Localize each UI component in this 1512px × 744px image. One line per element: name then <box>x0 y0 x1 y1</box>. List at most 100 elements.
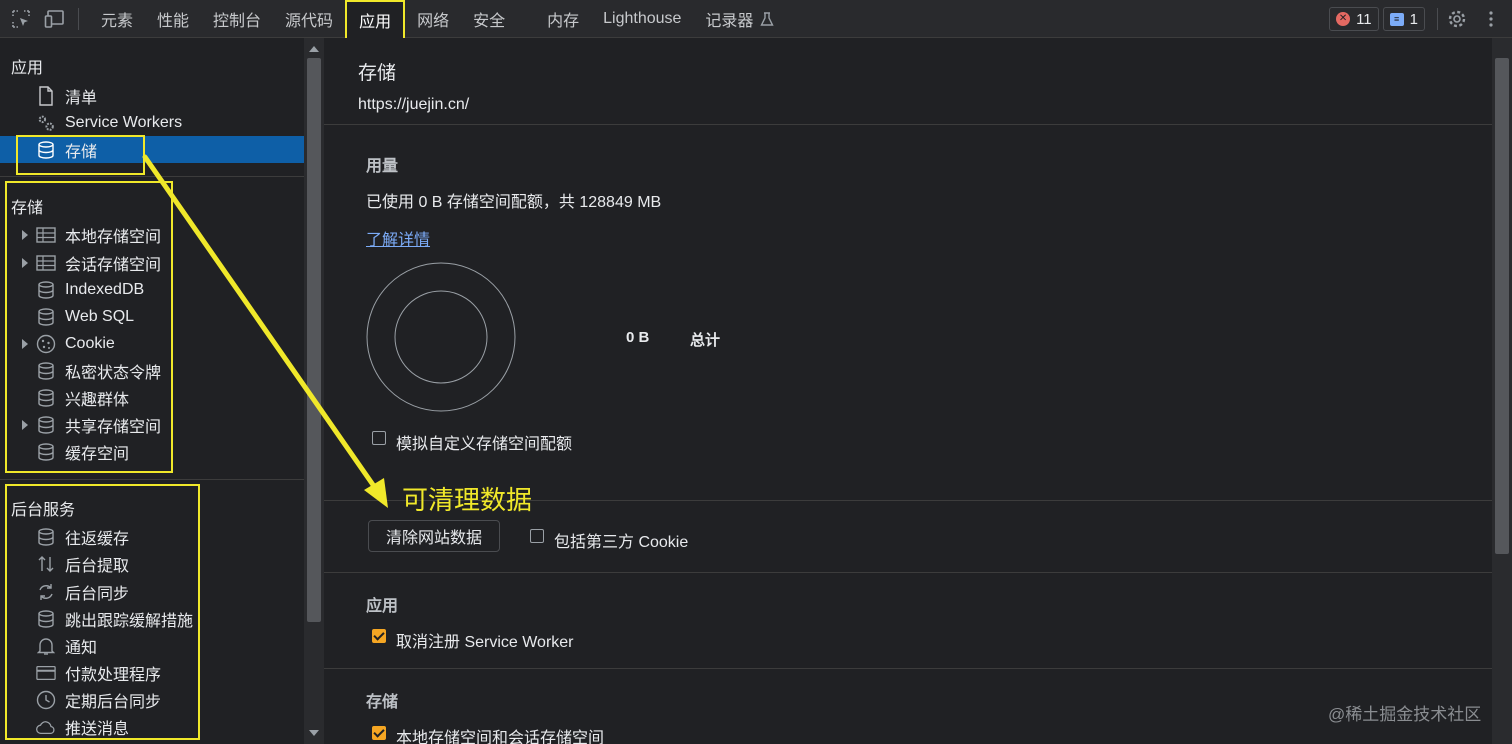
include-third-party-cookies-checkbox[interactable] <box>530 529 544 543</box>
expand-arrow-icon[interactable] <box>22 338 28 349</box>
tab-lighthouse[interactable]: Lighthouse <box>591 0 693 38</box>
sidebar-item-web-sql[interactable]: Web SQL <box>0 303 304 330</box>
application-sidebar: 应用 清单 Service Workers 存储 存储 本地存储空间 会话存储空… <box>0 38 304 744</box>
database-icon <box>36 280 56 300</box>
section-title-background-services: 后台服务 <box>11 502 76 519</box>
sidebar-item-label: IndexedDB <box>65 280 145 298</box>
database-icon <box>36 442 56 462</box>
tab-network[interactable]: 网络 <box>405 0 461 38</box>
sidebar-item-background-fetch[interactable]: 后台提取 <box>0 550 304 577</box>
tab-recorder[interactable]: 记录器 <box>693 0 787 38</box>
inspect-element-icon[interactable] <box>8 6 34 32</box>
sidebar-item-manifest[interactable]: 清单 <box>0 82 304 109</box>
sidebar-item-push-messaging[interactable]: 推送消息 <box>0 713 304 740</box>
database-icon <box>36 527 56 547</box>
sidebar-item-label: 私密状态令牌 <box>65 364 162 382</box>
message-icon: ≡ <box>1389 12 1404 26</box>
scroll-up-arrow-icon[interactable] <box>309 46 319 52</box>
usage-text: 已使用 0 B 存储空间配额，共 128849 MB <box>366 194 662 211</box>
local-session-storage-checkbox[interactable] <box>372 726 386 740</box>
sidebar-item-label: 往返缓存 <box>65 530 130 548</box>
device-toolbar-icon[interactable] <box>42 6 68 32</box>
origin-url: https://juejin.cn/ <box>358 96 470 113</box>
expand-arrow-icon[interactable] <box>22 229 28 240</box>
annotation-clearable-data: 可清理数据 <box>402 485 533 515</box>
sidebar-item-label: Service Workers <box>65 113 183 131</box>
sidebar-item-local-storage[interactable]: 本地存储空间 <box>0 221 304 248</box>
page-title: 存储 <box>358 63 397 84</box>
settings-gear-icon[interactable] <box>1444 6 1470 32</box>
sidebar-scrollbar-thumb[interactable] <box>307 58 321 622</box>
bell-icon <box>36 636 56 656</box>
application-heading: 应用 <box>366 598 399 615</box>
sidebar-divider <box>0 479 304 480</box>
tab-sources[interactable]: 源代码 <box>273 0 345 38</box>
sidebar-item-background-sync[interactable]: 后台同步 <box>0 578 304 605</box>
sidebar-item-private-state-tokens[interactable]: 私密状态令牌 <box>0 357 304 384</box>
storage-heading: 存储 <box>366 694 399 711</box>
sidebar-item-cookie[interactable]: Cookie <box>0 330 304 357</box>
tab-elements[interactable]: 元素 <box>89 0 145 38</box>
tab-application[interactable]: 应用 <box>345 0 406 40</box>
toolbar-separator <box>78 7 79 30</box>
up-down-arrows-icon <box>36 554 56 574</box>
sidebar-item-label: 跳出跟踪缓解措施 <box>65 612 194 630</box>
toolbar-separator-right <box>1437 8 1438 30</box>
main-scrollbar-thumb[interactable] <box>1495 58 1509 554</box>
messages-badge[interactable]: ≡ 1 <box>1382 7 1425 31</box>
sidebar-item-label: 共享存储空间 <box>65 418 162 436</box>
sidebar-item-label: 清单 <box>65 89 98 107</box>
messages-count: 1 <box>1409 10 1418 28</box>
sidebar-item-label: 兴趣群体 <box>65 391 130 409</box>
sidebar-item-label: 通知 <box>65 639 98 657</box>
sidebar-item-label: 存储 <box>65 143 98 161</box>
tab-performance[interactable]: 性能 <box>145 0 201 38</box>
tab-console[interactable]: 控制台 <box>201 0 273 38</box>
local-session-storage-label: 本地存储空间和会话存储空间 <box>396 730 605 744</box>
errors-count: 11 <box>1356 10 1372 28</box>
sidebar-item-label: 缓存空间 <box>65 445 130 463</box>
sidebar-item-label: 定期后台同步 <box>65 693 162 711</box>
database-icon <box>36 307 56 327</box>
usage-value: 0 B <box>626 329 650 346</box>
storage-panel: 存储 https://juejin.cn/ 用量 已使用 0 B 存储空间配额，… <box>324 38 1492 744</box>
tab-memory[interactable]: 内存 <box>535 0 591 38</box>
document-icon <box>36 85 56 106</box>
sidebar-item-label: 后台同步 <box>65 585 130 603</box>
sidebar-item-payment-handler[interactable]: 付款处理程序 <box>0 659 304 686</box>
sidebar-item-periodic-sync[interactable]: 定期后台同步 <box>0 686 304 713</box>
errors-badge[interactable]: ✕ 11 <box>1329 7 1379 31</box>
sidebar-item-storage[interactable]: 存储 <box>0 136 304 163</box>
cookie-icon <box>36 334 56 354</box>
panel-divider <box>324 668 1492 669</box>
more-options-icon[interactable] <box>1478 6 1504 32</box>
database-icon <box>36 140 56 160</box>
sidebar-item-notifications[interactable]: 通知 <box>0 632 304 659</box>
tab-security[interactable]: 安全 <box>461 0 535 38</box>
expand-arrow-icon[interactable] <box>22 257 28 268</box>
database-icon <box>36 361 56 381</box>
sidebar-item-label: 本地存储空间 <box>65 228 162 246</box>
flask-icon <box>760 11 775 26</box>
sidebar-item-interest-groups[interactable]: 兴趣群体 <box>0 384 304 411</box>
clear-site-data-button[interactable]: 清除网站数据 <box>368 520 500 552</box>
sidebar-item-label: 付款处理程序 <box>65 666 162 684</box>
sidebar-item-service-workers[interactable]: Service Workers <box>0 109 304 136</box>
sidebar-item-session-storage[interactable]: 会话存储空间 <box>0 249 304 276</box>
learn-more-link[interactable]: 了解详情 <box>366 226 430 250</box>
include-third-party-cookies-label: 包括第三方 Cookie <box>554 534 689 551</box>
sidebar-item-indexeddb[interactable]: IndexedDB <box>0 276 304 303</box>
unregister-service-worker-checkbox[interactable] <box>372 629 386 643</box>
sidebar-item-back-forward-cache[interactable]: 往返缓存 <box>0 523 304 550</box>
scroll-down-arrow-icon[interactable] <box>309 730 319 736</box>
unregister-service-worker-label: 取消注册 Service Worker <box>396 634 574 651</box>
usage-ring-inner <box>394 290 488 384</box>
table-icon <box>36 225 56 245</box>
expand-arrow-icon[interactable] <box>22 419 28 430</box>
sidebar-item-cache-storage[interactable]: 缓存空间 <box>0 438 304 465</box>
simulate-quota-checkbox[interactable] <box>372 431 386 445</box>
sidebar-item-label: 推送消息 <box>65 720 130 738</box>
sidebar-item-bounce-tracking[interactable]: 跳出跟踪缓解措施 <box>0 605 304 632</box>
sidebar-item-shared-storage[interactable]: 共享存储空间 <box>0 411 304 438</box>
gears-icon <box>36 113 56 133</box>
